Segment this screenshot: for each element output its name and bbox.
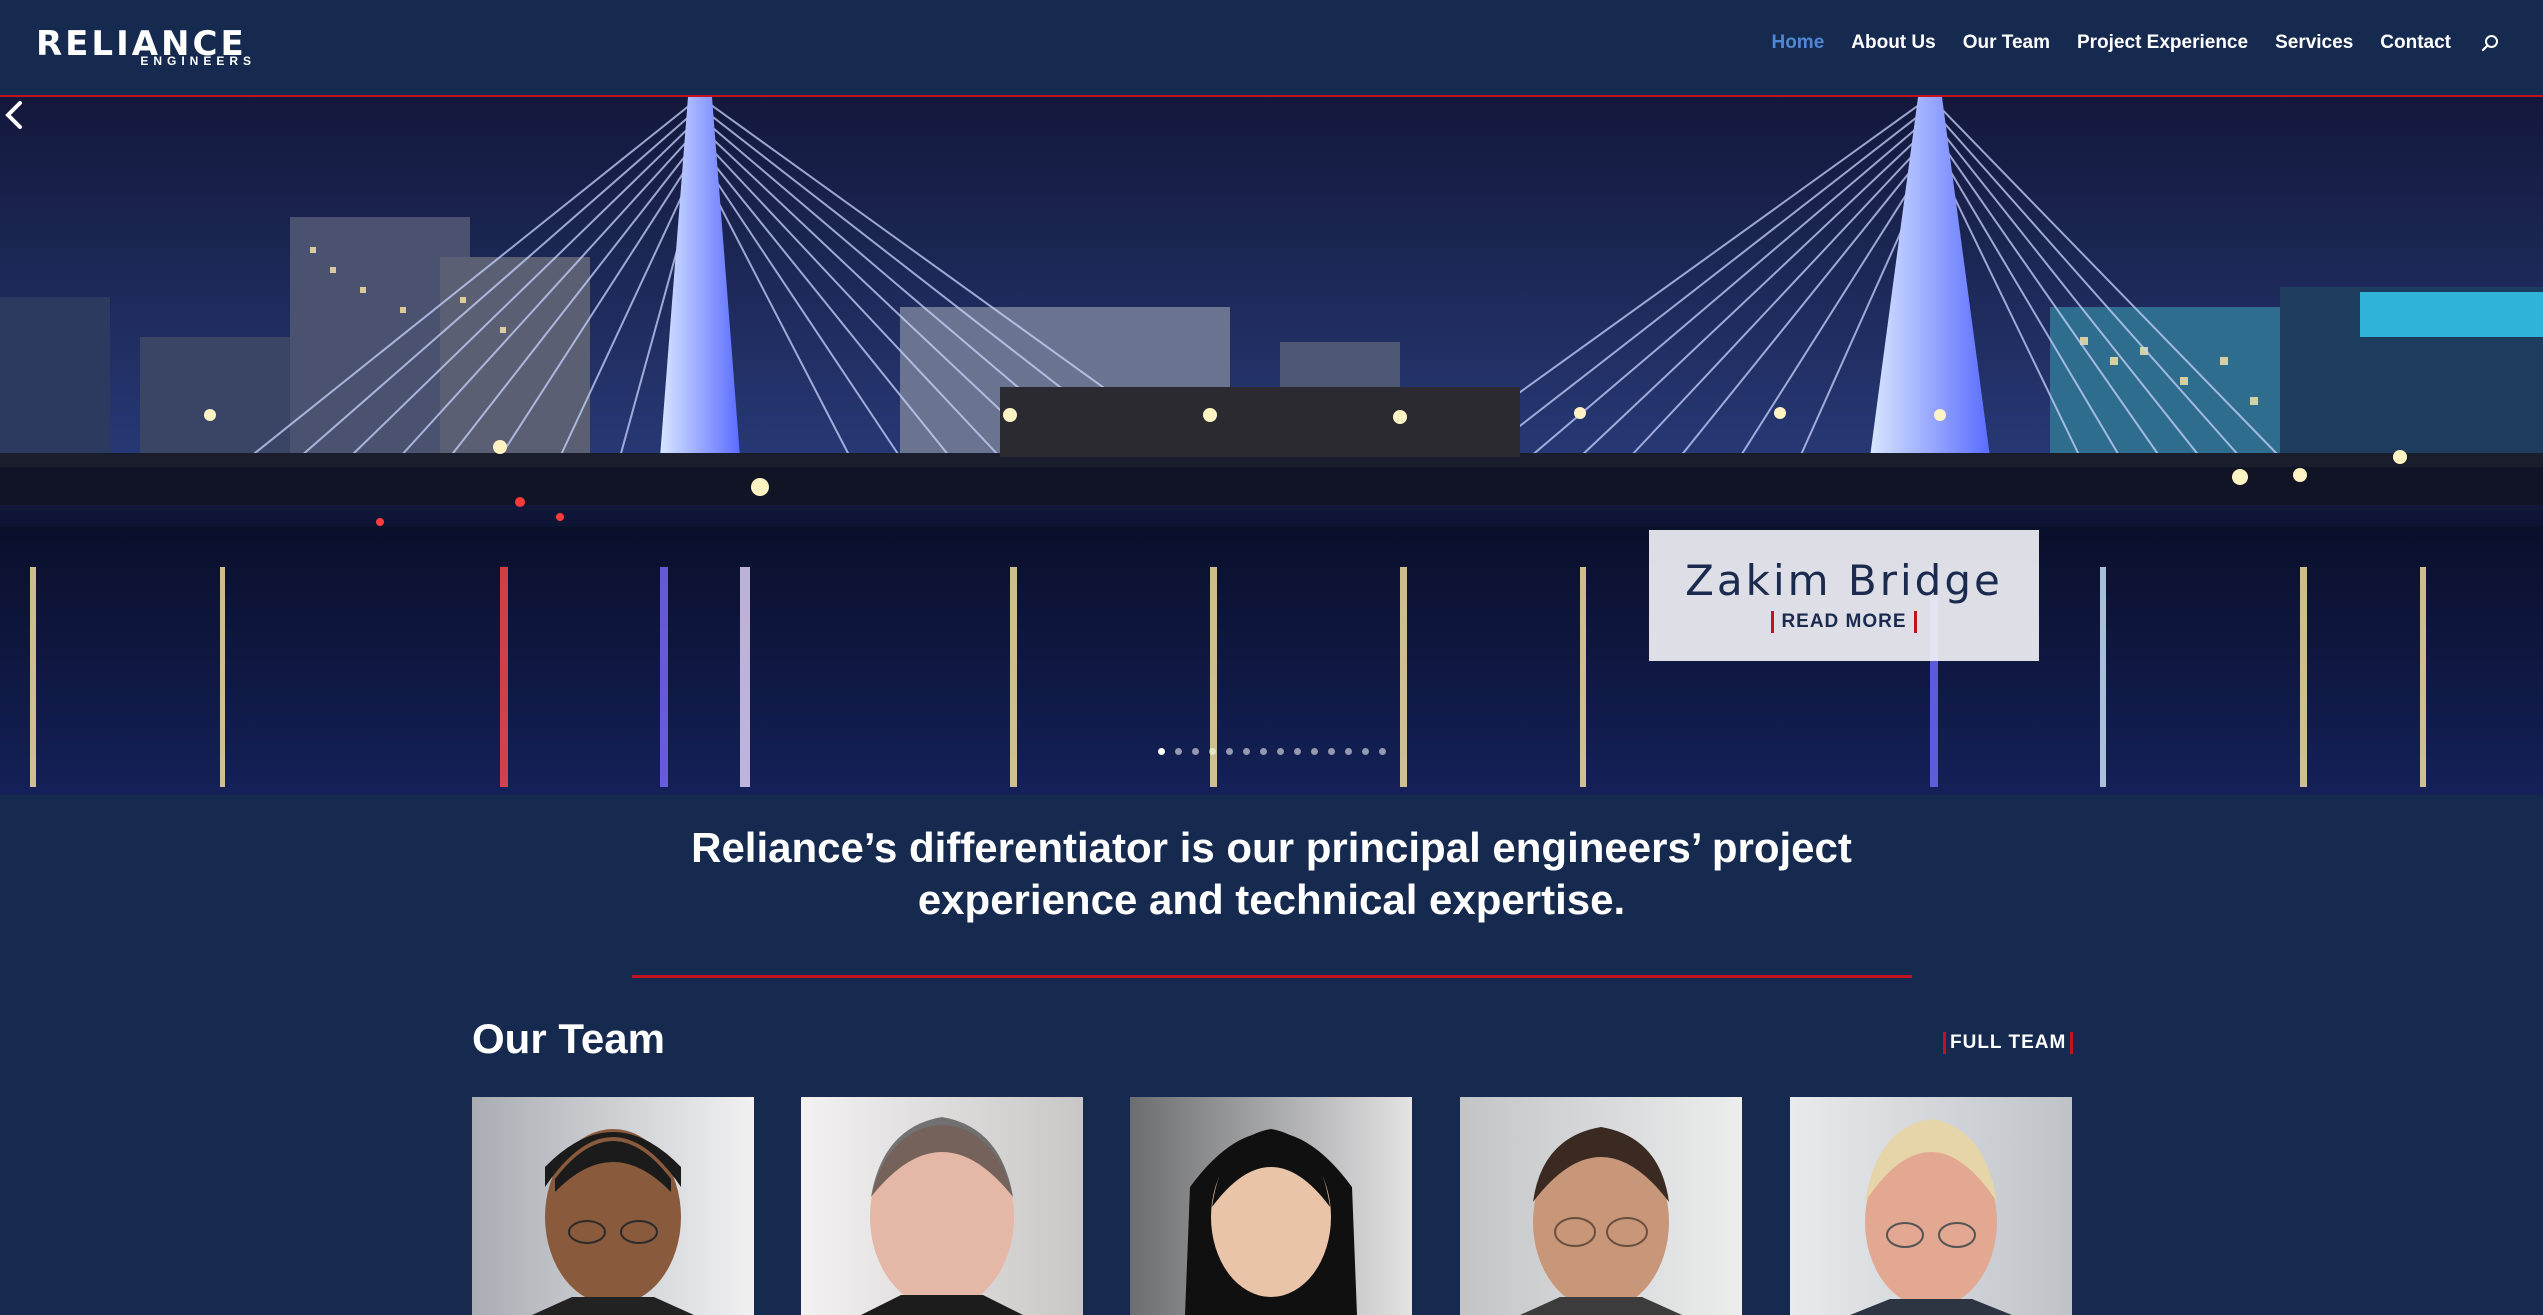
- team-member-photo[interactable]: [801, 1097, 1083, 1315]
- chevron-left-icon[interactable]: [0, 97, 30, 133]
- team-member-photo[interactable]: [1790, 1097, 2072, 1315]
- team-member-photo[interactable]: [1130, 1097, 1412, 1315]
- slide-caption: Zakim Bridge READ MORE: [1649, 530, 2039, 661]
- slider-pagination: [1158, 748, 1396, 755]
- slide-dot[interactable]: [1226, 748, 1233, 755]
- read-more-button[interactable]: READ MORE: [1771, 611, 1917, 633]
- nav-about-us[interactable]: About Us: [1851, 32, 1935, 54]
- full-team-link[interactable]: FULL TEAM: [1943, 1032, 2074, 1054]
- slide-dot[interactable]: [1379, 748, 1386, 755]
- team-heading: Our Team: [472, 1015, 665, 1062]
- nav-home[interactable]: Home: [1771, 32, 1824, 54]
- slide-dot[interactable]: [1294, 748, 1301, 755]
- slide-dot[interactable]: [1277, 748, 1284, 755]
- team-member-photo[interactable]: [1460, 1097, 1742, 1315]
- section-divider: [632, 975, 1912, 978]
- slide-dot[interactable]: [1345, 748, 1352, 755]
- slide-dot[interactable]: [1311, 748, 1318, 755]
- slide-dot[interactable]: [1243, 748, 1250, 755]
- slide-dot[interactable]: [1328, 748, 1335, 755]
- slide-dot[interactable]: [1260, 748, 1267, 755]
- slide-dot[interactable]: [1192, 748, 1199, 755]
- slide-dot[interactable]: [1158, 748, 1165, 755]
- differentiator-headline: Reliance’s differentiator is our princip…: [691, 824, 1852, 923]
- nav-our-team[interactable]: Our Team: [1963, 32, 2050, 54]
- team-member-photo[interactable]: [472, 1097, 754, 1315]
- logo-subtext: ENGINEERS: [140, 54, 256, 68]
- slide-dot[interactable]: [1362, 748, 1369, 755]
- company-logo[interactable]: RELIANCE ENGINEERS: [36, 24, 256, 70]
- nav-project-experience[interactable]: Project Experience: [2077, 32, 2248, 54]
- hero-image: [0, 97, 2543, 795]
- slide-title: Zakim Bridge: [1685, 556, 2003, 605]
- nav-services[interactable]: Services: [2275, 32, 2353, 54]
- search-icon[interactable]: [2481, 34, 2499, 52]
- slide-dot[interactable]: [1175, 748, 1182, 755]
- slide-dot[interactable]: [1209, 748, 1216, 755]
- site-header: RELIANCE ENGINEERS Home About Us Our Tea…: [0, 0, 2543, 97]
- main-nav: Home About Us Our Team Project Experienc…: [1744, 32, 2499, 54]
- hero-slider: Zakim Bridge READ MORE: [0, 97, 2543, 795]
- nav-contact[interactable]: Contact: [2380, 32, 2451, 54]
